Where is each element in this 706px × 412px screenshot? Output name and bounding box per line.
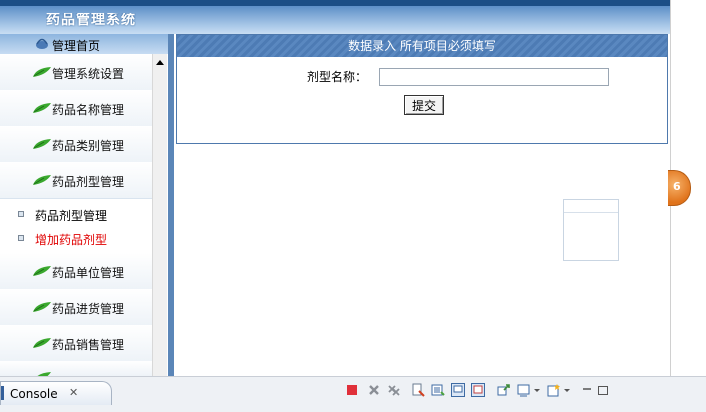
leaf-icon — [33, 67, 51, 77]
subitem-add-drug-form[interactable]: 增加药品剂型 — [0, 227, 152, 249]
leaf-icon — [33, 302, 51, 312]
floating-badge-text: 6 — [673, 180, 681, 193]
sidebar-item-system-settings[interactable]: 管理系统设置 — [0, 54, 152, 91]
minimize-icon[interactable] — [580, 383, 594, 397]
display-selected-icon[interactable] — [497, 383, 511, 397]
sidebar-item-drug-category[interactable]: 药品类别管理 — [0, 126, 152, 163]
remove-all-icon[interactable] — [387, 383, 401, 397]
chevron-down-icon[interactable] — [533, 383, 541, 397]
dosage-form-name-input[interactable] — [379, 68, 609, 86]
chevron-down-icon[interactable] — [563, 383, 571, 397]
scroll-up-arrow-icon[interactable] — [155, 58, 165, 68]
leaf-icon — [33, 103, 51, 113]
form-header: 数据录入 所有项目必须填写 — [177, 35, 667, 57]
submit-button[interactable]: 提交 — [404, 95, 444, 115]
subitem-label: 增加药品剂型 — [35, 233, 108, 247]
sidebar-item-drug-form[interactable]: 药品剂型管理 — [0, 162, 152, 199]
close-icon[interactable]: ✕ — [69, 386, 78, 399]
sidebar-item-partial[interactable] — [0, 361, 152, 377]
main-content: 数据录入 所有项目必须填写 剂型名称： 提交 — [174, 34, 670, 376]
show-console-icon[interactable] — [451, 383, 465, 397]
console-tab[interactable]: Console ✕ — [0, 381, 112, 405]
sidebar-item-label: 药品剂型管理 — [52, 175, 125, 189]
floating-frame-bar — [564, 200, 618, 213]
sidebar-item-label: 药品销售管理 — [52, 338, 125, 352]
app-banner: 药品管理系统 — [0, 6, 670, 34]
leaf-icon — [33, 139, 51, 149]
sidebar-item-drug-unit[interactable]: 药品单位管理 — [0, 253, 152, 290]
subitem-label: 药品剂型管理 — [35, 209, 108, 223]
sidebar-home[interactable]: 管理首页 — [0, 34, 168, 54]
sidebar-item-drug-name[interactable]: 药品名称管理 — [0, 90, 152, 127]
sidebar-item-label: 药品名称管理 — [52, 103, 125, 117]
leaf-icon — [33, 175, 51, 185]
console-icon — [1, 386, 4, 400]
dosage-form-name-label: 剂型名称： — [307, 70, 368, 84]
console-tab-label: Console — [10, 387, 58, 401]
sidebar-item-drug-purchase[interactable]: 药品进货管理 — [0, 289, 152, 326]
sidebar-item-label: 药品进货管理 — [52, 302, 125, 316]
bullet-icon — [18, 211, 24, 217]
app-title: 药品管理系统 — [46, 13, 136, 27]
subitem-drug-form-manage[interactable]: 药品剂型管理 — [0, 203, 152, 225]
home-label: 管理首页 — [52, 39, 101, 53]
clear-console-icon[interactable] — [411, 383, 425, 397]
scroll-lock-icon[interactable] — [431, 383, 445, 397]
pin-console-icon[interactable] — [471, 383, 485, 397]
leaf-icon — [33, 266, 51, 276]
sidebar-item-label: 药品单位管理 — [52, 266, 125, 280]
form-panel: 数据录入 所有项目必须填写 剂型名称： 提交 — [176, 34, 668, 144]
leaf-icon — [33, 338, 51, 348]
sidebar-scrollbar[interactable] — [152, 54, 167, 376]
home-icon — [36, 38, 48, 49]
sidebar-item-label: 药品类别管理 — [52, 139, 125, 153]
sidebar-item-drug-sales[interactable]: 药品销售管理 — [0, 325, 152, 362]
maximize-icon[interactable] — [596, 383, 610, 397]
eclipse-console-bar: Console ✕ — [0, 376, 706, 412]
new-console-icon[interactable] — [547, 383, 561, 397]
terminate-icon[interactable] — [345, 383, 359, 397]
sidebar-item-label: 管理系统设置 — [52, 67, 125, 81]
remove-launch-icon[interactable] — [367, 383, 381, 397]
open-console-icon[interactable] — [517, 383, 531, 397]
bullet-icon — [18, 235, 24, 241]
floating-frame — [563, 199, 619, 261]
